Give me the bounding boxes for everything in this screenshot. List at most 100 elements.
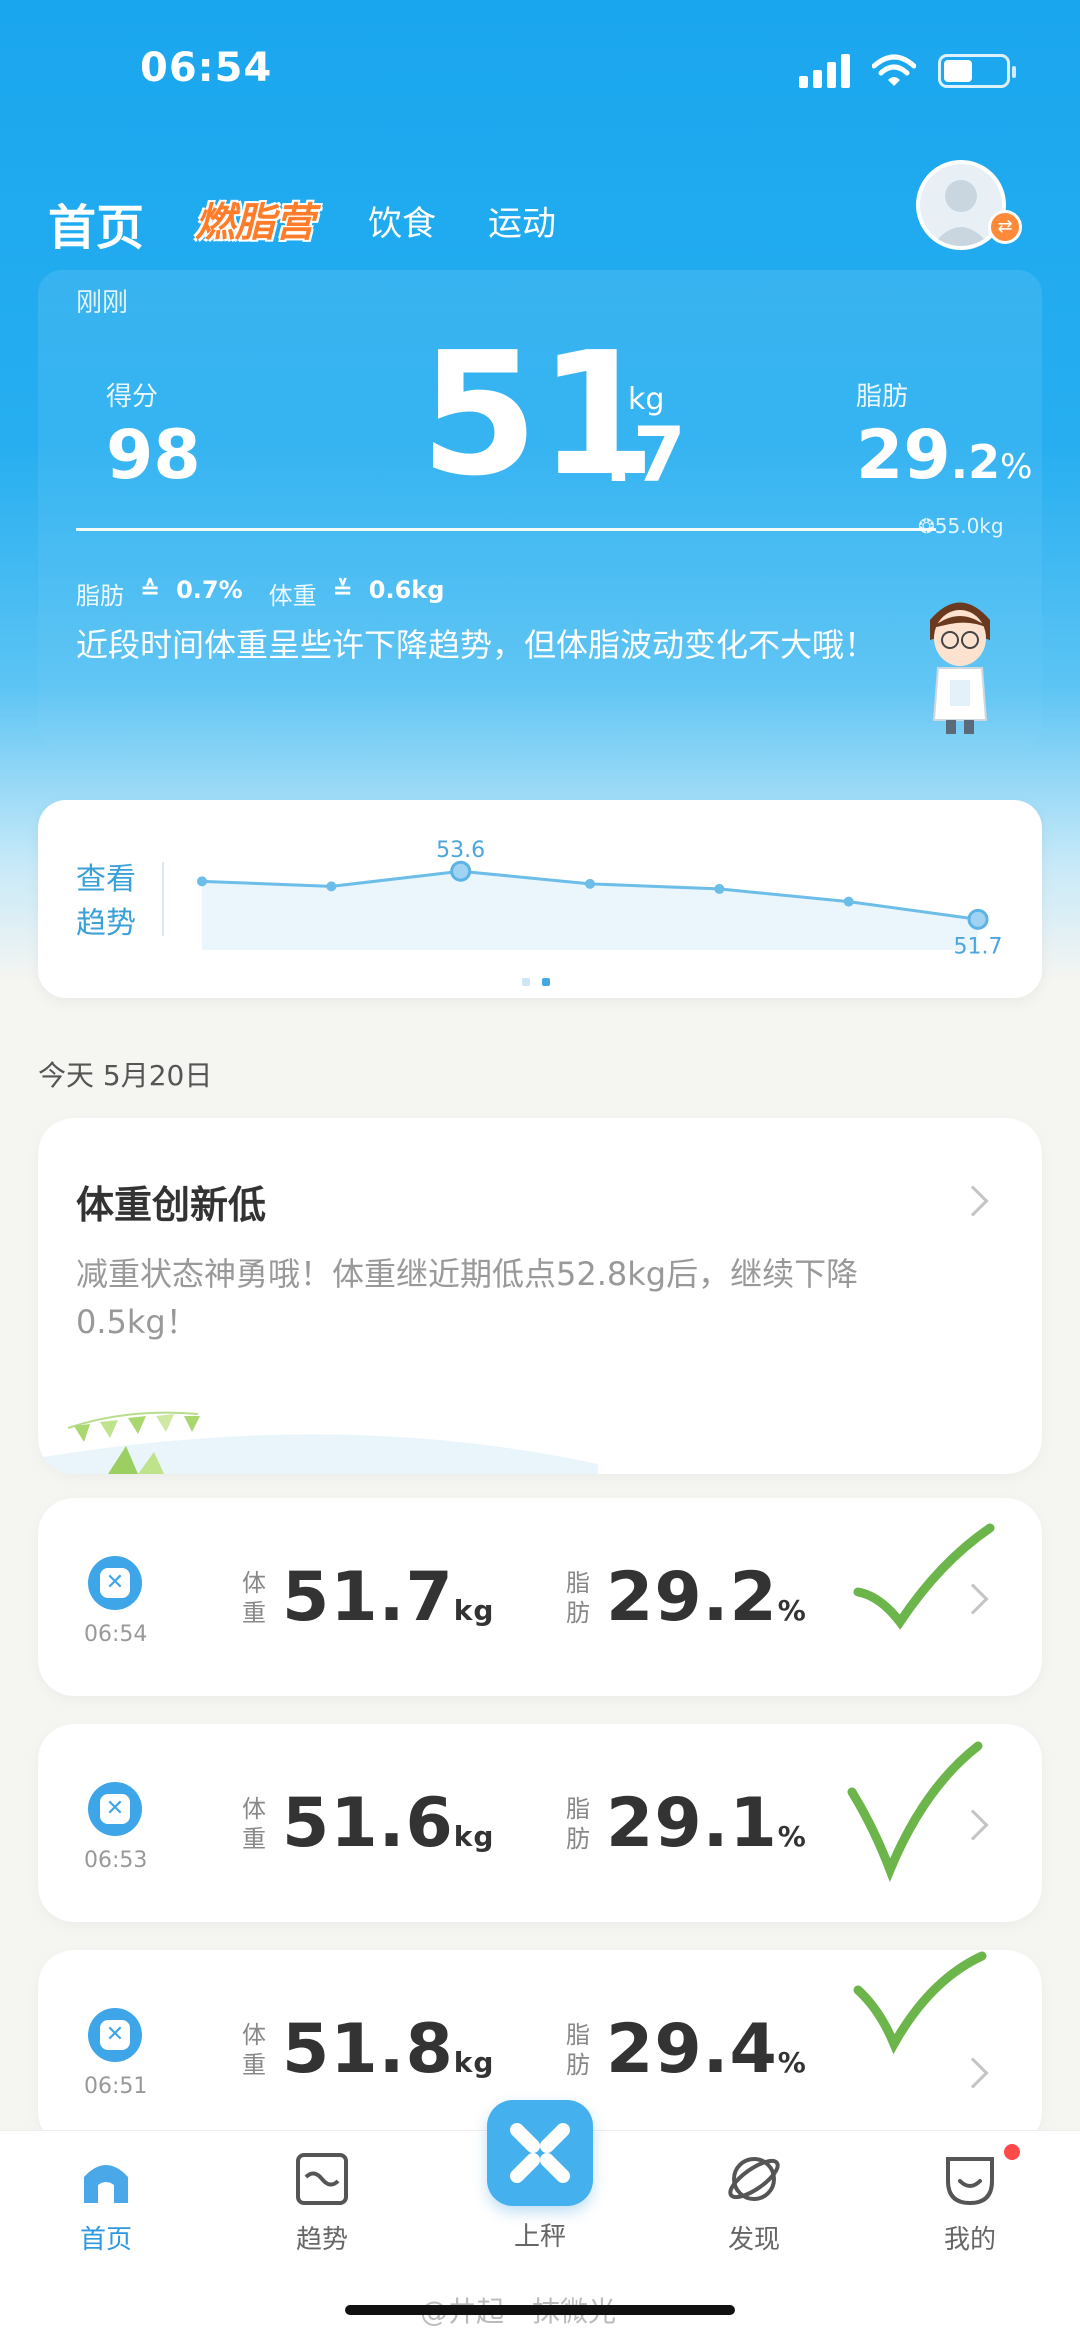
fat-label-line2: 肪 [566, 1825, 590, 1853]
fat-label-line2: 肪 [566, 1599, 590, 1627]
measure-time: 刚刚 [76, 288, 129, 318]
record-weight: 51.7kg [282, 1558, 494, 1637]
trend-point [843, 896, 854, 907]
record-time: 06:51 [84, 2074, 148, 2099]
delta-row: 脂肪 ≙ 0.7% 体重 ≚ 0.6kg [76, 576, 444, 611]
profile-icon [946, 2157, 994, 2206]
weight-label: 体 重 [242, 2020, 268, 2080]
page-dots [522, 978, 550, 986]
trend-point [967, 908, 989, 930]
chevron-right-icon [957, 2057, 989, 2089]
weight-delta-label: 体重 [268, 582, 317, 610]
trend-icon [296, 2153, 348, 2205]
home-indicator[interactable] [345, 2305, 735, 2315]
weight-unit: kg [453, 1594, 495, 1627]
switch-user-icon[interactable]: ⇄ [988, 210, 1022, 244]
fat-label: 脂 肪 [566, 2020, 592, 2080]
record-row[interactable]: 06:53 体 重 51.6kg 脂 肪 29.1% [38, 1724, 1042, 1922]
fat-unit: % [1000, 447, 1033, 487]
celebration-flags-icon [38, 1411, 598, 1474]
wifi-icon [872, 54, 916, 86]
check-mark-icon [853, 1951, 987, 2055]
signal-icon [799, 52, 850, 88]
page-dot [522, 978, 530, 986]
chevron-right-icon [957, 1185, 989, 1217]
weight-label-line2: 重 [242, 1599, 266, 1627]
tab-fat-burning-camp[interactable]: 燃脂营 [195, 190, 315, 248]
goal-weight: ❂55.0kg [918, 514, 1004, 538]
fat-delta-label: 脂肪 [76, 582, 124, 610]
trend-point [326, 881, 337, 892]
nav-trend-label: 趋势 [295, 2225, 348, 2255]
page-dot-active [542, 978, 550, 986]
scale-icon [88, 1782, 142, 1836]
up-arrow-icon: ≙ [140, 576, 161, 604]
weight-summary-panel[interactable]: 刚刚 得分 98 51 kg .7 脂肪 29.2% ❂55.0kg 脂肪 ≙ … [38, 270, 1042, 750]
scale-icon [88, 1556, 142, 1610]
scale-icon [510, 2123, 570, 2183]
nav-profile[interactable]: 我的 [910, 2151, 1030, 2256]
record-fat: 29.4% [606, 2010, 807, 2089]
weight-unit: kg [453, 1820, 495, 1853]
fat-label-line1: 脂 [566, 2021, 590, 2049]
date-heading: 今天 5月20日 [38, 1059, 213, 1092]
trend-point [585, 878, 595, 889]
fat-integer: 29 [856, 416, 951, 495]
scale-icon [88, 2008, 142, 2062]
weight-label: 体 重 [242, 1568, 268, 1628]
weigh-button[interactable] [487, 2100, 593, 2206]
trend-point [197, 876, 207, 887]
tab-exercise[interactable]: 运动 [488, 196, 556, 245]
nav-discover[interactable]: 发现 [694, 2151, 814, 2256]
check-mark-icon [853, 1523, 995, 1630]
record-time: 06:54 [84, 1622, 148, 1647]
weight-label-line2: 重 [242, 1825, 266, 1853]
fat-label-line1: 脂 [566, 1795, 590, 1823]
weight-delta-value: 0.6kg [368, 576, 445, 604]
notification-dot [1004, 2144, 1020, 2160]
milestone-desc: 减重状态神勇哦！体重继近期低点52.8kg后，继续下降0.5kg！ [76, 1255, 859, 1341]
fat-label-line2: 肪 [566, 2051, 590, 2079]
goal-progress-line [76, 528, 936, 531]
weight-unit: kg [453, 2046, 495, 2079]
weight-label: 体 重 [242, 1794, 268, 1854]
doctor-mascot-icon [930, 602, 990, 734]
tab-home[interactable]: 首页 [48, 188, 144, 258]
weigh-button-label: 上秤 [513, 2222, 566, 2252]
score-value: 98 [106, 416, 201, 495]
nav-discover-label: 发现 [727, 2225, 780, 2255]
weight-label-line1: 体 [242, 1795, 266, 1823]
record-weight-value: 51.6 [282, 1784, 454, 1863]
record-weight: 51.8kg [282, 2010, 494, 2089]
fat-value: 29.2% [856, 416, 1032, 495]
nav-home[interactable]: 首页 [46, 2151, 166, 2256]
milestone-card[interactable]: 体重创新低 减重状态神勇哦！体重继近期低点52.8kg后，继续下降0.5kg！ [38, 1118, 1042, 1474]
tab-diet[interactable]: 饮食 [368, 196, 436, 245]
status-icons [799, 52, 1016, 88]
planet-icon [728, 2157, 780, 2201]
trend-point [450, 860, 472, 882]
fat-unit: % [777, 2046, 807, 2079]
goal-value: 55.0kg [934, 514, 1004, 538]
status-time: 06:54 [140, 45, 273, 91]
trend-card[interactable]: 查看 趋势 53.6 51.7 [38, 800, 1042, 998]
trend-point [714, 883, 725, 894]
weight-decimal: .7 [604, 410, 686, 499]
record-fat: 29.2% [606, 1558, 807, 1637]
trend-mini-chart: 53.6 51.7 [197, 838, 1002, 959]
battery-icon [938, 54, 1016, 88]
weight-label-line1: 体 [242, 2021, 266, 2049]
milestone-title: 体重创新低 [76, 1183, 267, 1227]
nav-trend[interactable]: 趋势 [262, 2151, 382, 2256]
home-icon [84, 2165, 128, 2203]
down-arrow-icon: ≚ [332, 576, 353, 604]
record-weight: 51.6kg [282, 1784, 494, 1863]
record-weight-value: 51.8 [282, 2010, 454, 2089]
fat-unit: % [777, 1820, 807, 1853]
fat-label-line1: 脂 [566, 1569, 590, 1597]
nav-profile-label: 我的 [943, 2225, 996, 2255]
goal-medal-icon: ❂ [918, 514, 935, 538]
trend-point-label: 53.6 [436, 838, 485, 863]
fat-decimal: .2 [950, 435, 1001, 489]
record-row[interactable]: 06:54 体 重 51.7kg 脂 肪 29.2% [38, 1498, 1042, 1696]
